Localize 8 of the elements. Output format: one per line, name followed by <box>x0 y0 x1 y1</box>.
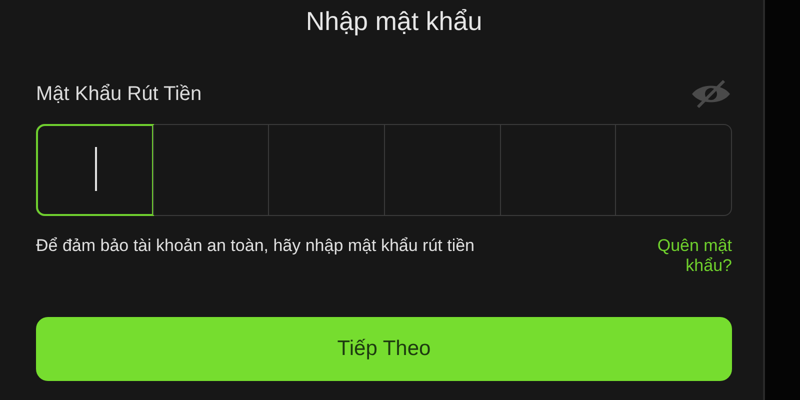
dialog-title: Nhập mật khẩu <box>304 5 482 38</box>
pin-digit-field[interactable] <box>37 125 153 215</box>
hint-text: Để đảm bảo tài khoản an toàn, hãy nhập mật khẩu rút tiền <box>36 236 476 257</box>
field-label: Mật Khẩu Rút Tiền <box>36 82 202 106</box>
forgot-password-link[interactable]: Quên mật khẩu? <box>612 236 732 276</box>
eye-off-icon[interactable] <box>690 80 732 108</box>
next-button[interactable]: Tiếp Theo <box>36 317 732 381</box>
text-cursor <box>94 147 97 191</box>
